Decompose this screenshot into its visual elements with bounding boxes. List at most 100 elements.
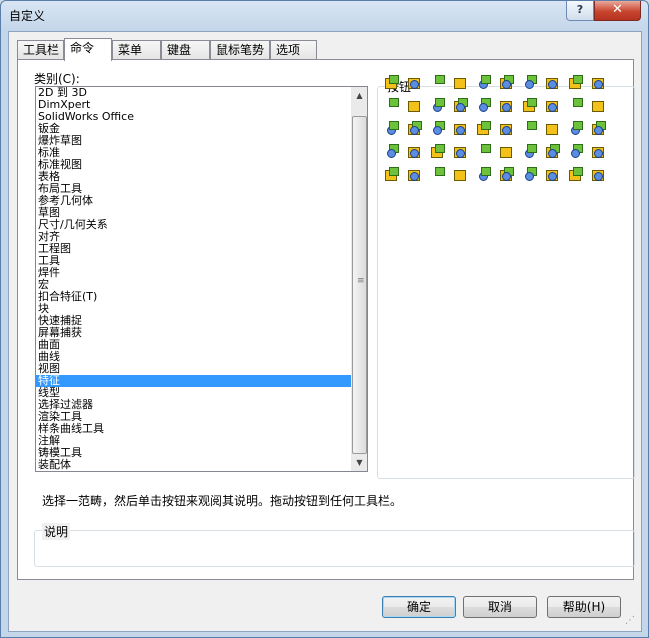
dome-icon[interactable] (522, 98, 538, 114)
close-button[interactable]: ✕ (594, 1, 641, 21)
swept-cut-icon[interactable] (545, 75, 561, 91)
category-item[interactable]: 焊件 (36, 267, 351, 279)
extruded-cut-icon[interactable] (499, 75, 515, 91)
category-item[interactable]: 扣合特征(T) (36, 291, 351, 303)
fillet-icon[interactable] (384, 98, 400, 114)
category-item[interactable]: 选择过滤器 (36, 399, 351, 411)
axis-icon[interactable] (430, 167, 446, 183)
wrap-icon[interactable] (568, 98, 584, 114)
category-item[interactable]: 块 (36, 303, 351, 315)
circular-pattern-icon[interactable] (407, 121, 423, 137)
category-item[interactable]: 工具 (36, 255, 351, 267)
deform-icon[interactable] (499, 144, 515, 160)
category-item[interactable]: 特征 (36, 375, 351, 387)
fill-pattern-icon[interactable] (522, 121, 538, 137)
sketch-pattern-icon[interactable] (476, 121, 492, 137)
tab-toolbars[interactable]: 工具栏 (17, 40, 64, 60)
category-item[interactable]: 对齐 (36, 231, 351, 243)
window-title: 自定义 (9, 9, 46, 23)
linear-pattern-icon[interactable] (384, 121, 400, 137)
category-item[interactable]: 参考几何体 (36, 195, 351, 207)
tab-menus[interactable]: 菜单 (112, 40, 161, 60)
scroll-up-arrow-icon[interactable]: ▲ (351, 87, 367, 104)
category-item[interactable]: 标准 (36, 147, 351, 159)
tab-options[interactable]: 选项 (270, 40, 317, 60)
category-item[interactable]: 屏幕捕获 (36, 327, 351, 339)
chamfer-icon[interactable] (407, 98, 423, 114)
boundary-boss-icon[interactable] (476, 75, 492, 91)
scroll-down-arrow-icon[interactable]: ▼ (351, 454, 367, 471)
category-item[interactable]: 表格 (36, 171, 351, 183)
mate-reference-icon[interactable] (499, 167, 515, 183)
cancel-button[interactable]: 取消 (463, 596, 537, 618)
indent-icon[interactable] (476, 144, 492, 160)
sweep-path-icon[interactable] (591, 144, 607, 160)
help-button[interactable]: ? (566, 1, 594, 21)
category-item[interactable]: 样条曲线工具 (36, 423, 351, 435)
scale-icon[interactable] (430, 144, 446, 160)
extruded-boss-icon[interactable] (384, 75, 400, 91)
imported-icon[interactable] (545, 144, 561, 160)
thicken-icon[interactable] (591, 121, 607, 137)
ok-button[interactable]: 确定 (382, 596, 456, 618)
customize-dialog: 自定义 ? ✕ 工具栏 命令 菜单 键盘 鼠标笔势 选项 类别(C): 2D 到… (0, 0, 649, 638)
live-section-icon[interactable] (568, 167, 584, 183)
hole-wizard-icon[interactable] (499, 98, 515, 114)
reference-icon[interactable] (384, 167, 400, 183)
tab-commands[interactable]: 命令 (64, 38, 112, 61)
instant3d-icon[interactable] (545, 167, 561, 183)
scroll-thumb[interactable]: ≡ (352, 116, 367, 454)
title-bar[interactable]: 自定义 ? ✕ (1, 1, 648, 31)
category-item[interactable]: 钣金 (36, 123, 351, 135)
revolved-cut-icon[interactable] (522, 75, 538, 91)
intersect-icon[interactable] (568, 121, 584, 137)
freeform-icon[interactable] (453, 144, 469, 160)
description-groupbox (34, 530, 635, 567)
scroll-grip-icon: ≡ (357, 276, 365, 286)
move-face-icon[interactable] (384, 144, 400, 160)
coordinate-icon[interactable] (453, 167, 469, 183)
swept-boss-icon[interactable] (430, 75, 446, 91)
point-icon[interactable] (476, 167, 492, 183)
hole-series-icon[interactable] (568, 144, 584, 160)
lofted-boss-icon[interactable] (453, 75, 469, 91)
flex-icon[interactable] (545, 98, 561, 114)
tab-mouse-gestures[interactable]: 鼠标笔势 (210, 40, 270, 60)
instruction-text: 选择一范畴，然后单击按钮来观阅其说明。拖动按钮到任何工具栏。 (42, 494, 403, 508)
cavity-icon[interactable] (522, 144, 538, 160)
description-label: 说明 (42, 523, 71, 540)
tab-keyboard[interactable]: 键盘 (161, 40, 210, 60)
category-item[interactable]: 曲线 (36, 351, 351, 363)
split-icon[interactable] (591, 98, 607, 114)
category-item[interactable]: SolidWorks Office (36, 111, 351, 123)
category-item[interactable]: 视图 (36, 363, 351, 375)
category-item[interactable]: 爆炸草图 (36, 135, 351, 147)
resize-grip-icon[interactable]: ⋰ (625, 616, 639, 632)
category-item[interactable]: 铸模工具 (36, 447, 351, 459)
delete-body-icon[interactable] (407, 144, 423, 160)
categories-scrollbar[interactable]: ▲ ≡ ▼ (351, 87, 367, 471)
category-item[interactable]: 曲面 (36, 339, 351, 351)
help-dialog-button[interactable]: 帮助(H) (547, 596, 621, 618)
curve-pattern-icon[interactable] (453, 121, 469, 137)
category-item[interactable]: 装配体 (36, 459, 351, 471)
feature-works-icon[interactable] (522, 167, 538, 183)
categories-list[interactable]: 2D 到 3D DimXpert SolidWorks Office 钣金 爆炸草图 标准… (35, 86, 368, 472)
mirror-icon[interactable] (430, 121, 446, 137)
table-pattern-icon[interactable] (499, 121, 515, 137)
category-item[interactable]: 注解 (36, 435, 351, 447)
combine-icon[interactable] (545, 121, 561, 137)
category-item[interactable]: 快速捕捉 (36, 315, 351, 327)
plane-icon[interactable] (407, 167, 423, 183)
draft-icon[interactable] (476, 98, 492, 114)
boundary-cut-icon[interactable] (591, 75, 607, 91)
grid-table-icon[interactable] (591, 167, 607, 183)
category-item[interactable]: 标准视图 (36, 159, 351, 171)
rib-icon[interactable] (430, 98, 446, 114)
revolved-boss-icon[interactable] (407, 75, 423, 91)
categories-label: 类别(C): (34, 72, 80, 86)
lofted-cut-icon[interactable] (568, 75, 584, 91)
category-item[interactable]: 尺寸/几何关系 (36, 219, 351, 231)
category-item[interactable]: 工程图 (36, 243, 351, 255)
shell-icon[interactable] (453, 98, 469, 114)
